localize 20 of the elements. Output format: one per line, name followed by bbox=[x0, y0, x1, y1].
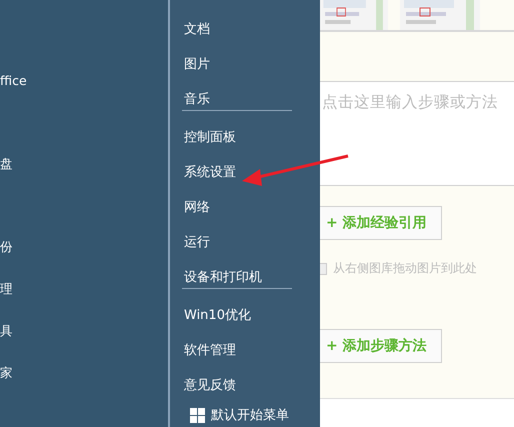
app-list-item[interactable]: 具 bbox=[0, 322, 13, 340]
menu-link[interactable]: 图片 bbox=[184, 56, 210, 74]
app-list-item[interactable]: 家 bbox=[0, 364, 13, 382]
app-list-item[interactable]: 盘 bbox=[0, 155, 13, 173]
windows-logo-icon bbox=[190, 408, 205, 422]
app-list-item[interactable]: ffice bbox=[0, 72, 27, 90]
default-start-menu-item[interactable]: 默认开始菜单 bbox=[184, 406, 289, 424]
image-drop-hint: 从右侧图库拖动图片到此处 bbox=[333, 260, 477, 277]
app-list-item[interactable]: 份 bbox=[0, 238, 13, 256]
menu-link[interactable]: 设备和打印机 bbox=[184, 269, 262, 287]
menu-link[interactable]: 系统设置 bbox=[184, 164, 236, 182]
menu-link[interactable]: 网络 bbox=[184, 199, 210, 217]
menu-link[interactable]: 意见反馈 bbox=[184, 377, 236, 395]
app-list-item[interactable]: 理 bbox=[0, 280, 13, 298]
menu-link[interactable]: 软件管理 bbox=[184, 342, 236, 360]
menu-link[interactable]: 音乐 bbox=[184, 91, 210, 109]
menu-link[interactable]: 控制面板 bbox=[184, 129, 236, 147]
menu-link[interactable]: Win10优化 bbox=[184, 307, 251, 325]
menu-link[interactable]: 文档 bbox=[184, 21, 210, 39]
menu-link[interactable]: 运行 bbox=[184, 234, 210, 252]
